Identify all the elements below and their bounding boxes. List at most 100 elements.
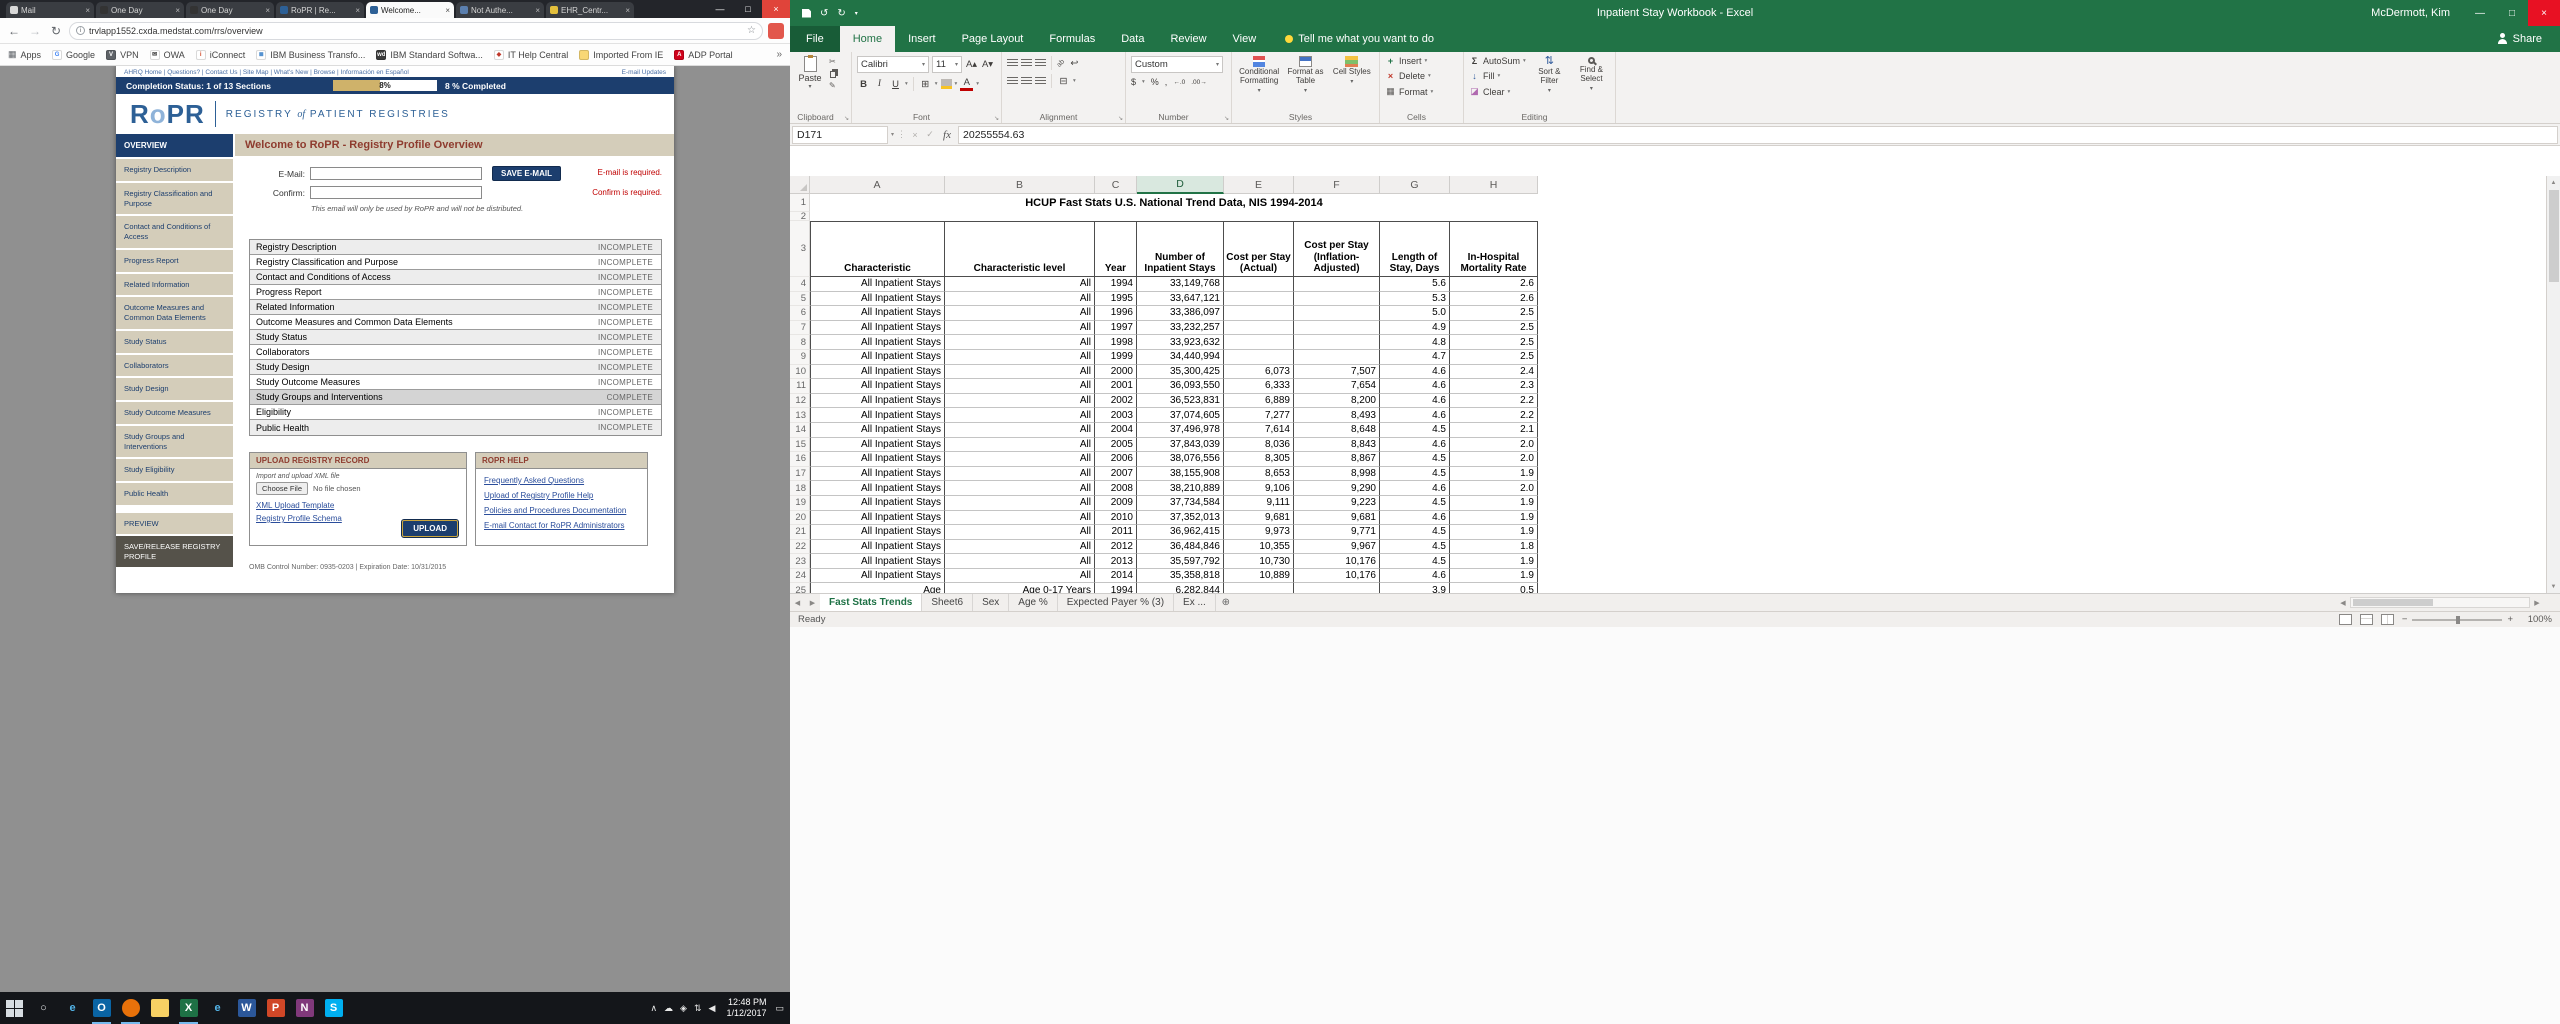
cell[interactable]: 2.5 xyxy=(1450,335,1538,350)
row-number[interactable]: 20 xyxy=(790,511,810,526)
name-box-dropdown-icon[interactable]: ▾ xyxy=(891,131,894,138)
save-email-button[interactable]: SAVE E-MAIL xyxy=(492,166,561,181)
cell[interactable]: 1.9 xyxy=(1450,467,1538,482)
sidebar-item-save-release[interactable]: SAVE/RELEASE REGISTRY PROFILE xyxy=(116,536,233,568)
scrollbar-thumb[interactable] xyxy=(2549,190,2559,282)
bookmarks-overflow-icon[interactable]: » xyxy=(776,49,782,60)
column-header[interactable]: G xyxy=(1380,176,1450,194)
cell[interactable]: 35,597,792 xyxy=(1137,554,1224,569)
edge-icon[interactable]: e xyxy=(58,992,87,1024)
cell[interactable]: All xyxy=(945,379,1095,394)
page-info-icon[interactable]: i xyxy=(76,26,85,35)
cell[interactable]: 5.6 xyxy=(1380,277,1450,292)
upload-link[interactable]: XML Upload Template xyxy=(256,501,460,510)
cell[interactable]: 1999 xyxy=(1095,350,1137,365)
browser-tab[interactable]: EHR_Centr... × xyxy=(546,2,634,18)
cell[interactable]: 4.5 xyxy=(1380,452,1450,467)
search-icon[interactable]: ○ xyxy=(29,992,58,1024)
row-number[interactable]: 21 xyxy=(790,525,810,540)
cell[interactable]: All Inpatient Stays xyxy=(810,554,945,569)
cell[interactable]: 9,973 xyxy=(1224,525,1294,540)
underline-button[interactable]: U xyxy=(889,79,902,90)
cell[interactable]: All Inpatient Stays xyxy=(810,496,945,511)
cell[interactable]: 2.2 xyxy=(1450,408,1538,423)
header-cell[interactable]: Length of Stay, Days xyxy=(1380,221,1450,277)
sidebar-item[interactable]: Public Health xyxy=(116,483,233,505)
cell[interactable]: 33,386,097 xyxy=(1137,306,1224,321)
cell[interactable]: 9,223 xyxy=(1294,496,1380,511)
section-row[interactable]: Outcome Measures and Common Data Element… xyxy=(250,315,661,330)
row-number[interactable]: 4 xyxy=(790,277,810,292)
save-icon[interactable] xyxy=(802,9,811,18)
section-row[interactable]: Study Groups and Interventions COMPLETE xyxy=(250,390,661,405)
column-header[interactable]: E xyxy=(1224,176,1294,194)
column-header[interactable]: C xyxy=(1095,176,1137,194)
cell[interactable]: 4.6 xyxy=(1380,511,1450,526)
cell[interactable]: All Inpatient Stays xyxy=(810,379,945,394)
cell[interactable]: All Inpatient Stays xyxy=(810,306,945,321)
row-number[interactable]: 19 xyxy=(790,496,810,511)
bookmark-item[interactable]: G Google xyxy=(52,50,95,60)
cell[interactable]: 4.5 xyxy=(1380,540,1450,555)
column-header[interactable]: F xyxy=(1294,176,1380,194)
browser-close-button[interactable]: × xyxy=(762,0,790,18)
sheet-tab[interactable]: Fast Stats Trends xyxy=(820,594,922,611)
browser-maximize-button[interactable]: □ xyxy=(734,0,762,18)
cell[interactable]: All xyxy=(945,496,1095,511)
cell[interactable] xyxy=(1224,321,1294,336)
section-row[interactable]: Registry Classification and Purpose INCO… xyxy=(250,255,661,270)
row-number[interactable]: 16 xyxy=(790,452,810,467)
cell[interactable] xyxy=(1224,292,1294,307)
sheet-tab[interactable]: Ex ... xyxy=(1174,594,1216,611)
header-cell[interactable]: Year xyxy=(1095,221,1137,277)
excel-minimize-button[interactable]: — xyxy=(2464,0,2496,26)
cell[interactable]: 9,681 xyxy=(1224,511,1294,526)
cell[interactable]: 1.8 xyxy=(1450,540,1538,555)
autosum-button[interactable]: ΣAutoSum▾ xyxy=(1469,56,1526,66)
ribbon-tab[interactable]: Insert xyxy=(895,26,949,52)
align-center-icon[interactable] xyxy=(1021,77,1032,85)
cell[interactable]: Age 0-17 Years xyxy=(945,583,1095,593)
cell[interactable] xyxy=(1294,321,1380,336)
cell[interactable]: All xyxy=(945,306,1095,321)
scroll-down-icon[interactable]: ▼ xyxy=(2547,580,2560,593)
cell[interactable]: All Inpatient Stays xyxy=(810,511,945,526)
sidebar-item[interactable]: Study Status xyxy=(116,331,233,353)
section-row[interactable]: Related Information INCOMPLETE xyxy=(250,300,661,315)
clear-button[interactable]: ◪Clear▾ xyxy=(1469,86,1526,97)
ribbon-tab[interactable]: Data xyxy=(1108,26,1157,52)
shield-icon[interactable]: ◈ xyxy=(680,1003,687,1014)
help-link[interactable]: E-mail Contact for RoPR Administrators xyxy=(484,521,639,530)
cell[interactable]: 9,106 xyxy=(1224,481,1294,496)
cell[interactable]: 4.5 xyxy=(1380,525,1450,540)
cell[interactable]: All xyxy=(945,467,1095,482)
section-row[interactable]: Contact and Conditions of Access INCOMPL… xyxy=(250,270,661,285)
cell[interactable]: All xyxy=(945,292,1095,307)
header-cell[interactable]: Characteristic level xyxy=(945,221,1095,277)
cell[interactable]: 36,962,415 xyxy=(1137,525,1224,540)
delete-cells-button[interactable]: ×Delete▾ xyxy=(1385,71,1458,81)
chrome-icon[interactable] xyxy=(116,992,145,1024)
extension-icon[interactable] xyxy=(768,23,784,39)
header-cell[interactable]: Characteristic xyxy=(810,221,945,277)
horizontal-scrollbar[interactable]: ◀ ▶ xyxy=(2336,597,2544,608)
row-number[interactable]: 23 xyxy=(790,554,810,569)
enter-icon[interactable]: ✓ xyxy=(924,129,936,140)
cell[interactable]: 2.1 xyxy=(1450,423,1538,438)
sheet-nav-left-icon[interactable]: ◀ xyxy=(790,599,805,607)
word-icon[interactable]: W xyxy=(232,992,261,1024)
sidebar-item[interactable]: Contact and Conditions of Access xyxy=(116,216,233,248)
sidebar-item-overview[interactable]: OVERVIEW xyxy=(116,134,233,157)
cell[interactable]: 10,889 xyxy=(1224,569,1294,584)
header-cell[interactable]: Number of Inpatient Stays xyxy=(1137,221,1224,277)
align-bottom-icon[interactable] xyxy=(1035,59,1046,67)
page-break-view-icon[interactable] xyxy=(2381,614,2394,625)
cell[interactable]: 8,200 xyxy=(1294,394,1380,409)
row-number[interactable]: 5 xyxy=(790,292,810,307)
cell[interactable]: 34,440,994 xyxy=(1137,350,1224,365)
signed-in-user[interactable]: McDermott, Kim xyxy=(2371,7,2450,19)
bookmark-item[interactable]: ✉ OWA xyxy=(150,50,185,60)
cell[interactable]: 10,176 xyxy=(1294,569,1380,584)
decrease-decimal-button[interactable]: .00→ xyxy=(1191,79,1207,86)
row-number[interactable]: 25 xyxy=(790,583,810,593)
